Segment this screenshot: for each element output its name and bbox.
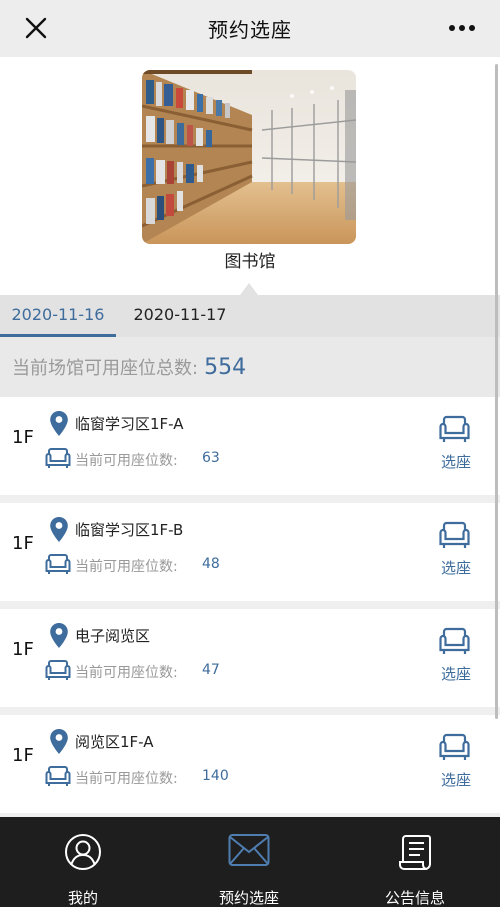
user-icon	[65, 834, 101, 870]
location-pin-icon	[50, 623, 68, 648]
seat-select-icon	[439, 521, 470, 548]
location-pin-icon	[50, 517, 68, 542]
total-available: 当前场馆可用座位总数: 554	[0, 337, 500, 397]
area-list: 1F 临窗学习区1F-A 当前可用座位数: 63 选座 1F 临窗学习区1F-B…	[0, 397, 500, 821]
available-seats-label: 当前可用座位数:	[75, 559, 178, 575]
list-item[interactable]: 1F 阅览区1F-A 当前可用座位数: 140 选座	[0, 715, 500, 813]
available-seats-count: 63	[202, 450, 220, 466]
bottom-nav: 我的 预约选座 公告信息	[0, 817, 500, 907]
select-seat-button[interactable]: 选座	[432, 413, 476, 475]
area-name: 电子阅览区	[75, 627, 151, 645]
floor-label: 1F	[12, 639, 34, 660]
seat-icon	[45, 448, 71, 468]
seat-icon	[45, 660, 71, 680]
venue-name: 图书馆	[224, 252, 276, 272]
select-seat-button[interactable]: 选座	[432, 519, 476, 581]
bottom-nav-reserve[interactable]: 预约选座	[166, 817, 332, 907]
area-name: 临窗学习区1F-A	[75, 415, 184, 433]
select-seat-button[interactable]: 选座	[432, 731, 476, 793]
seat-select-icon	[439, 627, 470, 654]
venue-header: 图书馆	[0, 57, 500, 295]
available-seats-count: 140	[202, 768, 229, 784]
scrollbar[interactable]	[495, 64, 498, 719]
close-icon[interactable]	[22, 14, 50, 42]
floor-label: 1F	[12, 427, 34, 448]
bottom-nav-notice[interactable]: 公告信息	[332, 817, 498, 907]
library-photo	[142, 70, 356, 244]
location-pin-icon	[50, 729, 68, 754]
tab-date-2[interactable]: 2020-11-17	[122, 295, 238, 337]
bottom-nav-label: 公告信息	[384, 889, 445, 907]
select-seat-label: 选座	[440, 559, 471, 577]
available-seats-count: 48	[202, 556, 220, 572]
list-item[interactable]: 1F 电子阅览区 当前可用座位数: 47 选座	[0, 609, 500, 707]
available-seats-label: 当前可用座位数:	[75, 771, 178, 787]
area-name: 阅览区1F-A	[75, 733, 154, 751]
total-available-label: 当前场馆可用座位总数:	[12, 358, 199, 379]
floor-label: 1F	[12, 745, 34, 766]
seat-select-icon	[439, 415, 470, 442]
available-seats-label: 当前可用座位数:	[75, 453, 178, 469]
envelope-icon	[228, 834, 270, 866]
select-seat-label: 选座	[440, 453, 471, 471]
area-name: 临窗学习区1F-B	[75, 521, 184, 539]
available-seats-count: 47	[202, 662, 220, 678]
nav-bar: 预约选座	[0, 0, 500, 57]
seat-icon	[45, 554, 71, 574]
select-seat-label: 选座	[440, 771, 471, 789]
tab-date-1[interactable]: 2020-11-16	[0, 295, 116, 337]
total-available-value: 554	[204, 354, 247, 380]
select-seat-button[interactable]: 选座	[432, 625, 476, 687]
caret-pointer	[240, 283, 258, 295]
bottom-nav-label: 预约选座	[218, 889, 279, 907]
notice-scroll-icon	[399, 835, 431, 870]
seat-icon	[45, 766, 71, 786]
bottom-nav-mine[interactable]: 我的	[0, 817, 166, 907]
select-seat-label: 选座	[440, 665, 471, 683]
floor-label: 1F	[12, 533, 34, 554]
page-title: 预约选座	[208, 18, 292, 42]
bottom-nav-label: 我的	[67, 889, 98, 907]
date-tabs: 2020-11-16 2020-11-17	[0, 295, 500, 337]
available-seats-label: 当前可用座位数:	[75, 665, 178, 681]
list-item[interactable]: 1F 临窗学习区1F-B 当前可用座位数: 48 选座	[0, 503, 500, 601]
location-pin-icon	[50, 411, 68, 436]
more-icon[interactable]	[448, 24, 476, 32]
list-item[interactable]: 1F 临窗学习区1F-A 当前可用座位数: 63 选座	[0, 397, 500, 495]
seat-select-icon	[439, 733, 470, 760]
